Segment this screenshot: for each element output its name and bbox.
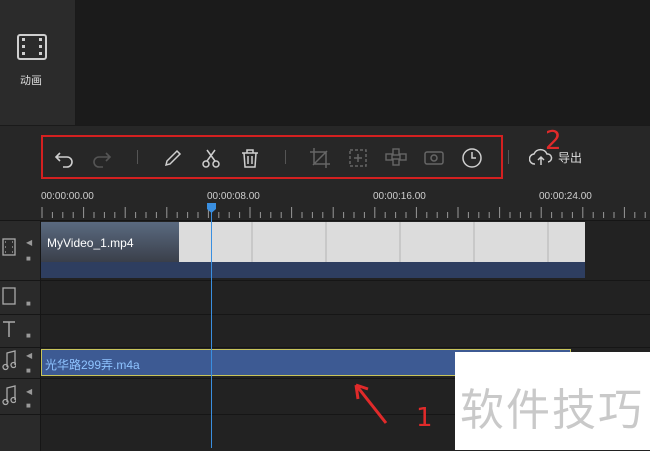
overlay-icon bbox=[2, 287, 16, 310]
lock-icon[interactable]: ■ bbox=[26, 401, 31, 410]
music-note-icon bbox=[2, 350, 17, 377]
video-clip[interactable] bbox=[41, 222, 585, 278]
annotation-arrow bbox=[354, 383, 388, 424]
lock-icon[interactable]: ■ bbox=[26, 366, 31, 375]
playhead-line[interactable] bbox=[211, 203, 212, 448]
watermark-text: 软件技巧 bbox=[460, 385, 644, 436]
track-header bbox=[0, 415, 41, 451]
lock-icon[interactable]: ■ bbox=[26, 299, 31, 308]
text-track bbox=[0, 314, 650, 348]
timecode: 00:00:08.00 bbox=[207, 191, 260, 202]
speaker-icon[interactable]: ◀ bbox=[26, 351, 32, 360]
ruler-ticks bbox=[41, 207, 646, 218]
trash-icon[interactable] bbox=[239, 147, 261, 169]
preview-area bbox=[76, 0, 650, 125]
edit-icon[interactable] bbox=[162, 147, 184, 169]
scissors-icon[interactable] bbox=[200, 147, 222, 169]
annotation-number-2: 2 bbox=[545, 126, 562, 156]
timecode: 00:00:16.00 bbox=[373, 191, 426, 202]
separator bbox=[137, 150, 138, 164]
speaker-icon[interactable]: ◀ bbox=[26, 387, 32, 396]
fit-icon[interactable] bbox=[347, 147, 369, 169]
text-icon bbox=[2, 320, 16, 343]
separator bbox=[285, 150, 286, 164]
video-clip-name: MyVideo_1.mp4 bbox=[47, 236, 134, 250]
clip-thumbnail-strip bbox=[179, 222, 585, 262]
timecode: 00:00:24.00 bbox=[539, 191, 592, 202]
mosaic-icon[interactable] bbox=[385, 147, 407, 169]
undo-icon[interactable] bbox=[53, 147, 75, 169]
music-note-icon bbox=[2, 385, 17, 412]
audio-clip-name: 光华路299弄.m4a bbox=[45, 358, 140, 372]
audio-waveform bbox=[41, 262, 585, 278]
speaker-icon[interactable]: ◀ bbox=[26, 238, 32, 247]
freeze-frame-icon[interactable] bbox=[423, 147, 445, 169]
film-icon bbox=[2, 238, 16, 261]
lock-icon[interactable]: ■ bbox=[26, 331, 31, 340]
separator bbox=[508, 150, 509, 164]
annotation-number-1: 1 bbox=[416, 403, 433, 433]
timecode: 00:00:00.00 bbox=[41, 191, 94, 202]
speed-clock-icon[interactable] bbox=[461, 147, 483, 169]
export-button[interactable]: 导出 bbox=[558, 149, 582, 166]
overlay-track bbox=[0, 280, 650, 315]
lock-icon[interactable]: ■ bbox=[26, 254, 31, 263]
film-icon[interactable] bbox=[16, 33, 48, 66]
crop-icon[interactable] bbox=[309, 147, 331, 169]
animation-label[interactable]: 动画 bbox=[0, 72, 62, 88]
redo-icon[interactable] bbox=[91, 147, 113, 169]
